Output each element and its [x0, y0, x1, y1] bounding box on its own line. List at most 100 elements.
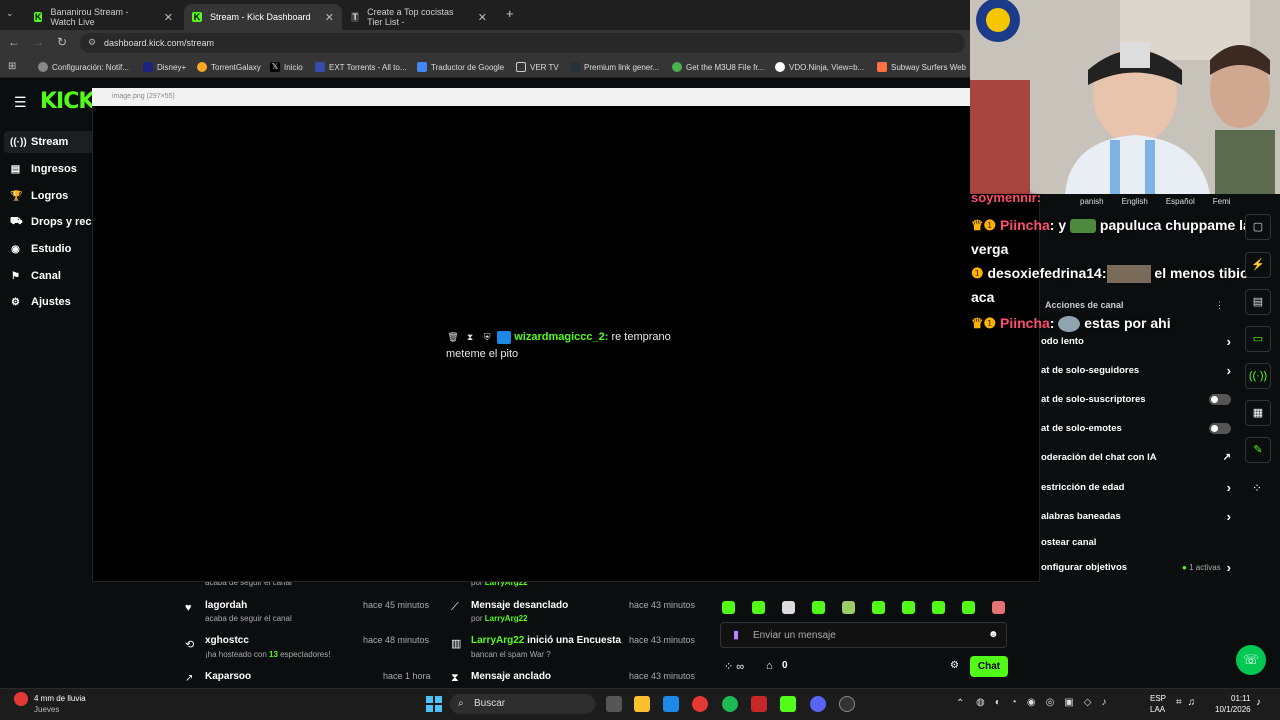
ban-icon[interactable]: ⛨	[480, 329, 494, 346]
subscribers-only-toggle[interactable]	[1209, 393, 1231, 405]
emote-icon[interactable]	[962, 601, 975, 614]
message-username[interactable]: wizardmagiccc_2:	[514, 331, 608, 343]
tray-app-icon[interactable]: ◇	[1084, 697, 1092, 708]
emote-icon[interactable]	[992, 601, 1005, 614]
bookmark-item[interactable]: Premium link gener...	[570, 58, 659, 76]
setting-followers-only[interactable]: at de solo-seguidores ›	[1041, 360, 1231, 380]
bookmark-item[interactable]: Subway Surfers Web	[877, 58, 966, 76]
bookmark-item[interactable]: 𝕏 Inicio	[270, 58, 303, 76]
bookmark-item[interactable]: VER TV	[516, 58, 559, 76]
send-chat-button[interactable]: Chat	[970, 656, 1008, 677]
new-tab-button[interactable]: +	[506, 6, 514, 21]
delete-icon[interactable]: 🗑	[446, 329, 460, 346]
keyboard-layout[interactable]: LAA	[1150, 705, 1165, 714]
windows-start-icon[interactable]	[426, 696, 442, 712]
setting-age-restriction[interactable]: estricción de edad ›	[1041, 477, 1231, 497]
store-app-icon[interactable]	[663, 696, 679, 712]
close-tab-icon[interactable]: ✕	[325, 11, 334, 24]
rail-document-icon[interactable]: ▤	[1245, 289, 1271, 315]
emotes-only-toggle[interactable]	[1209, 422, 1231, 434]
tray-app-icon[interactable]: ◔	[1011, 697, 1017, 708]
language-tab[interactable]: English	[1122, 197, 1148, 206]
tab-list-chevron-icon[interactable]: ⌄	[6, 8, 14, 19]
hamburger-menu-icon[interactable]: ☰	[14, 94, 27, 111]
language-tab[interactable]: Femi	[1213, 197, 1231, 206]
rail-chat-icon[interactable]: ▭	[1245, 326, 1271, 352]
tray-app-icon[interactable]: ◉	[1027, 697, 1036, 708]
setting-host-channel[interactable]: ostear canal	[1041, 532, 1231, 552]
clock-date[interactable]: 10/1/2026	[1215, 705, 1251, 714]
tray-app-icon[interactable]: ◐	[995, 697, 1001, 708]
kick-app-icon[interactable]	[780, 696, 796, 712]
bookmark-item[interactable]: Configuración: Notif...	[38, 58, 129, 76]
voicemod-icon[interactable]	[751, 696, 767, 712]
emoji-picker-icon[interactable]: ☻	[988, 629, 999, 640]
emote-icon[interactable]	[932, 601, 945, 614]
support-chat-button[interactable]: ☏	[1236, 645, 1266, 675]
timeout-icon[interactable]: ⧗	[463, 329, 477, 346]
back-icon[interactable]: ←	[6, 34, 22, 50]
microphone-tray-icon[interactable]: ♪	[1101, 697, 1106, 708]
forward-icon[interactable]: →	[30, 34, 46, 50]
tray-chevron-icon[interactable]: ⌃	[956, 698, 964, 709]
apps-grid-icon[interactable]: ⊞	[8, 61, 16, 72]
nav-ingresos[interactable]: ▤ Ingresos	[10, 158, 77, 180]
status-icons[interactable]: ⌗ ♫	[1176, 697, 1195, 708]
rail-tools-icon[interactable]: ✎	[1245, 437, 1271, 463]
emote-icon[interactable]	[752, 601, 765, 614]
chrome-icon[interactable]	[692, 696, 708, 712]
tab-tier-list[interactable]: T Create a Top cocistas Tier List - ✕	[343, 4, 495, 30]
tab-bananirou[interactable]: K Bananirou Stream - Watch Live ✕	[26, 4, 181, 30]
steam-icon[interactable]: ◎	[1046, 697, 1055, 708]
store-icon[interactable]: ⌂	[766, 660, 773, 672]
nav-drops[interactable]: ⛟ Drops y rec	[10, 211, 92, 233]
nav-estudio[interactable]: ◉ Estudio	[10, 238, 71, 260]
tray-app-icon[interactable]: ◍	[976, 697, 985, 708]
file-explorer-icon[interactable]	[634, 696, 650, 712]
microphone-icon[interactable]: ▮	[733, 628, 739, 641]
task-view-icon[interactable]	[606, 696, 622, 712]
site-info-icon[interactable]: ⚙	[88, 37, 96, 48]
reload-icon[interactable]: ↻	[54, 34, 70, 50]
bookmark-item[interactable]: Get the M3U8 File fr...	[672, 58, 764, 76]
emote-icon[interactable]	[782, 601, 795, 614]
discord-icon[interactable]	[810, 696, 826, 712]
notifications-icon[interactable]: ♪	[1256, 697, 1261, 708]
spotify-icon[interactable]	[722, 696, 738, 712]
bookmark-item[interactable]: Traductor de Google	[417, 58, 504, 76]
setting-subscribers-only[interactable]: at de solo-suscriptores	[1041, 389, 1231, 409]
tab-kick-dashboard[interactable]: K Stream - Kick Dashboard ✕	[184, 4, 342, 30]
emote-icon[interactable]	[872, 601, 885, 614]
emote-icon[interactable]	[812, 601, 825, 614]
nav-stream[interactable]: ((·)) Stream	[4, 131, 95, 153]
emote-icon[interactable]	[722, 601, 735, 614]
language-indicator[interactable]: ESP	[1150, 694, 1166, 703]
close-tab-icon[interactable]: ✕	[478, 11, 487, 24]
rail-lightning-icon[interactable]: ⚡	[1245, 252, 1271, 278]
language-tab[interactable]: panish	[1080, 197, 1104, 206]
rail-broadcast-icon[interactable]: ((·))	[1245, 363, 1271, 389]
rail-expand-icon[interactable]: ▢	[1245, 214, 1271, 240]
bookmark-item[interactable]: Disney+	[143, 58, 186, 76]
bookmark-item[interactable]: VDO.Ninja, View=b...	[775, 58, 864, 76]
bookmark-item[interactable]: EXT Torrents - All to...	[315, 58, 407, 76]
nav-canal[interactable]: ⚑ Canal	[10, 265, 61, 287]
weather-icon[interactable]	[14, 692, 28, 706]
obs-icon[interactable]	[839, 696, 855, 712]
setting-banned-words[interactable]: alabras baneadas ›	[1041, 506, 1231, 526]
chat-input[interactable]: ▮ Enviar un mensaje ☻	[720, 622, 1007, 648]
emote-icon[interactable]	[842, 601, 855, 614]
close-tab-icon[interactable]: ✕	[164, 11, 173, 24]
setting-slow-mode[interactable]: odo lento ›	[1041, 331, 1231, 351]
community-points-icon[interactable]: ⁘ ∞	[724, 660, 744, 673]
address-bar[interactable]: dashboard.kick.com/stream	[80, 33, 965, 53]
emote-icon[interactable]	[902, 601, 915, 614]
rail-more-icon[interactable]: ⁘	[1252, 481, 1262, 495]
setting-ai-moderation[interactable]: oderación del chat con IA ↗	[1041, 447, 1231, 467]
tray-app-icon[interactable]: ▣	[1064, 697, 1073, 708]
kick-logo[interactable]: KICK	[40, 89, 95, 114]
clock-time[interactable]: 01:11	[1231, 694, 1250, 703]
more-options-icon[interactable]: ⋮	[1215, 300, 1224, 311]
rail-layout-icon[interactable]: ▦	[1245, 400, 1271, 426]
nav-ajustes[interactable]: ⚙ Ajustes	[10, 291, 71, 313]
